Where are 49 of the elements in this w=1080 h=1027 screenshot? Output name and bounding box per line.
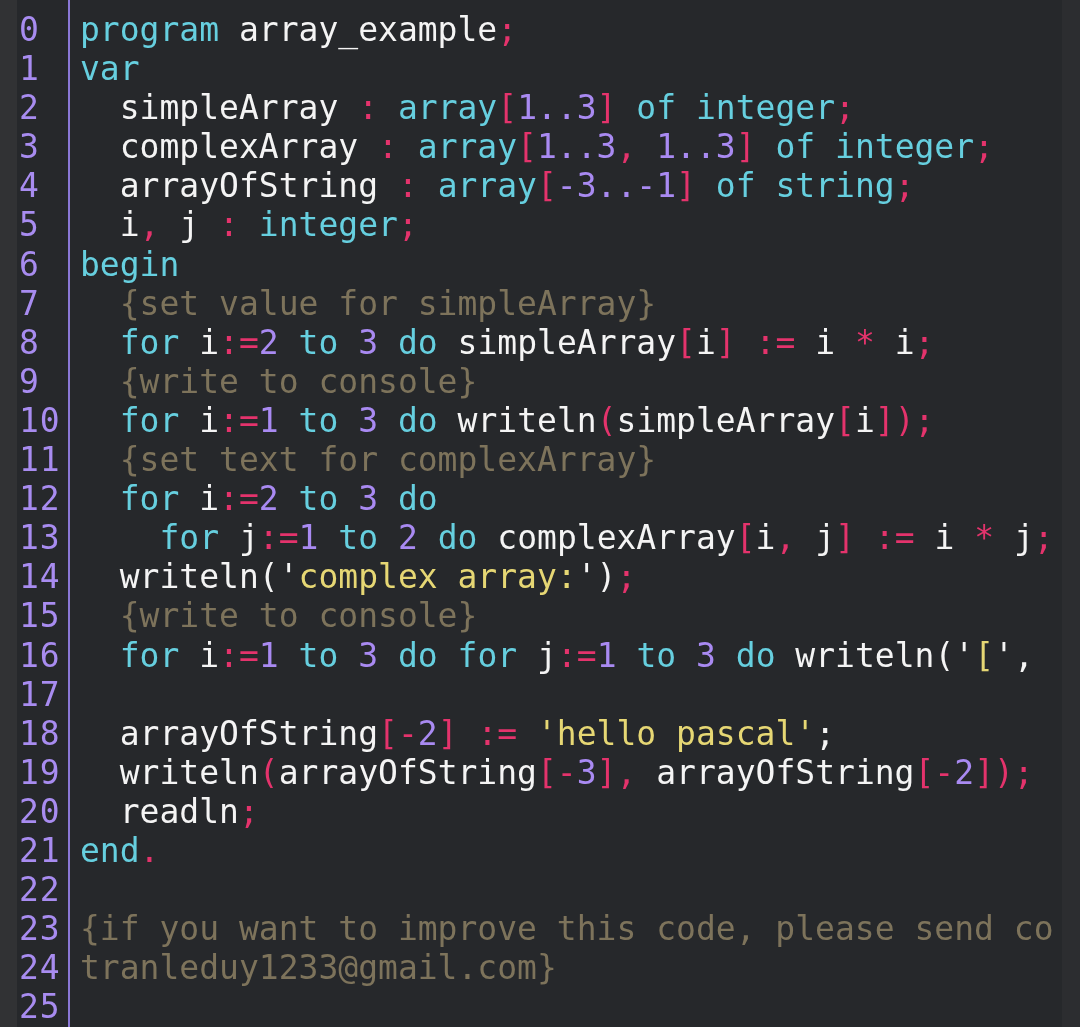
line-number: 24 <box>18 948 62 988</box>
line-number: 16 <box>18 635 62 675</box>
line-number: 21 <box>18 830 62 871</box>
code-line: for i:=1 to 3 do writeln(simpleArray[i]); <box>118 400 935 441</box>
line-number: 8 <box>18 322 41 362</box>
code-line: writeln('complex array:'); <box>118 557 637 597</box>
line-number: 6 <box>18 244 41 284</box>
line-number: 7 <box>18 283 41 323</box>
line-number: 9 <box>18 361 41 401</box>
line-number: 0 <box>18 10 41 50</box>
code-line: for j:=1 to 2 do complexArray[i, j] := i * j; <box>158 518 1054 558</box>
line-number: 1 <box>18 49 41 89</box>
line-number: 23 <box>18 909 62 949</box>
line-number: 4 <box>18 166 41 206</box>
code-line: arrayOfString : array[-3..-1] of string; <box>118 166 915 206</box>
line-number: 25 <box>18 987 62 1027</box>
line-number: 3 <box>18 127 41 167</box>
line-number: 10 <box>18 400 62 441</box>
line-number: 22 <box>18 870 62 910</box>
code-line: for i:=2 to 3 do simpleArray[i] := i * i; <box>118 322 935 362</box>
code-line: i, j : integer; <box>118 205 418 245</box>
code-line: var <box>80 49 140 89</box>
line-number: 12 <box>18 479 62 519</box>
code-line: program array_example; <box>80 10 518 50</box>
code-line: {write to console} <box>118 596 478 636</box>
line-number: 5 <box>18 205 41 245</box>
line-number: 18 <box>18 713 62 753</box>
code-line: tranleduy1233@gmail.com} <box>80 948 557 988</box>
code-line: for i:=2 to 3 do <box>118 479 438 519</box>
code-line: {set text for complexArray} <box>118 440 657 480</box>
code-line: begin <box>80 244 180 284</box>
line-number: 14 <box>18 557 62 597</box>
code-line: {write to console} <box>118 361 478 401</box>
code-line: writeln(arrayOfString[-3], arrayOfString[-2]); <box>118 752 1034 792</box>
code-line: simpleArray : array[1..3] of integer; <box>118 88 855 128</box>
line-number: 2 <box>18 88 41 128</box>
line-number: 19 <box>18 752 62 792</box>
line-number: 20 <box>18 791 62 831</box>
line-number: 11 <box>18 440 62 480</box>
code-line: arrayOfString[-2] := 'hello pascal'; <box>118 713 835 753</box>
code-line: end. <box>80 830 160 871</box>
line-number: 13 <box>18 518 62 558</box>
line-number: 15 <box>18 596 62 636</box>
code-line: for i:=1 to 3 do for j:=1 to 3 do writeln('[', <box>118 635 1034 675</box>
code-line: complexArray : array[1..3, 1..3] of integer; <box>118 127 994 167</box>
line-number: 17 <box>18 674 62 714</box>
code-line: {if you want to improve this code, please send co <box>80 909 1054 949</box>
code-line: {set value for simpleArray} <box>118 283 657 323</box>
code-line: readln; <box>118 791 259 831</box>
